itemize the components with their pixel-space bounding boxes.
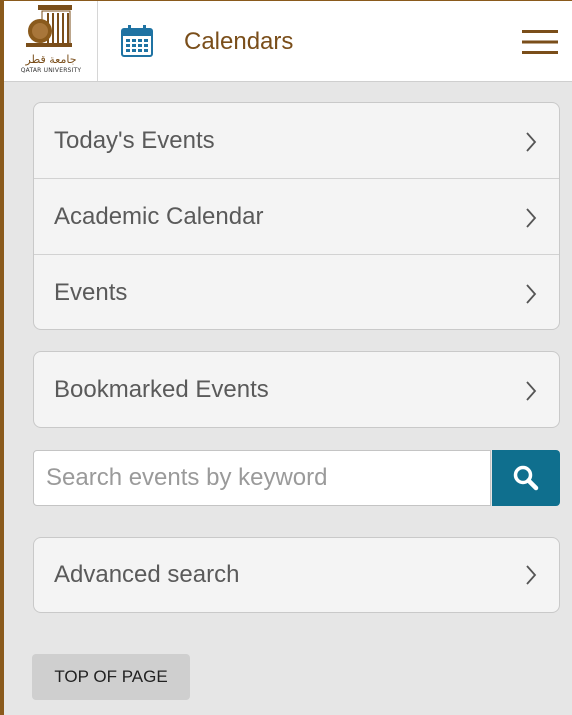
search-button[interactable] bbox=[492, 450, 560, 506]
nav-item-label: Academic Calendar bbox=[54, 203, 264, 230]
page-title: Calendars bbox=[184, 28, 294, 55]
chevron-right-icon bbox=[525, 564, 537, 591]
chevron-right-icon bbox=[525, 131, 537, 158]
nav-item-label: Today's Events bbox=[54, 127, 215, 154]
nav-item-bookmarked-events[interactable]: Bookmarked Events bbox=[34, 352, 559, 427]
app-header: جامعة قطر QATAR UNIVERSITY Calendars bbox=[4, 0, 572, 82]
nav-item-label: Bookmarked Events bbox=[54, 376, 269, 403]
search-input[interactable] bbox=[33, 450, 491, 506]
nav-item-academic-calendar[interactable]: Academic Calendar bbox=[34, 179, 559, 255]
chevron-right-icon bbox=[525, 207, 537, 234]
search-icon bbox=[513, 465, 539, 491]
calendar-nav-group: Today's Events Academic Calendar Events bbox=[33, 102, 560, 330]
chevron-right-icon bbox=[525, 380, 537, 407]
advanced-search-label: Advanced search bbox=[54, 561, 240, 588]
advanced-search-group: Advanced search bbox=[33, 537, 560, 613]
hamburger-menu-icon[interactable] bbox=[522, 28, 558, 61]
university-logo[interactable]: جامعة قطر QATAR UNIVERSITY bbox=[4, 1, 98, 81]
top-of-page-button[interactable]: TOP OF PAGE bbox=[32, 654, 190, 700]
nav-item-label: Events bbox=[54, 279, 128, 306]
nav-item-events[interactable]: Events bbox=[34, 255, 559, 329]
advanced-search-link[interactable]: Advanced search bbox=[34, 538, 559, 612]
logo-emblem-icon bbox=[26, 5, 72, 47]
chevron-right-icon bbox=[525, 283, 537, 310]
logo-arabic-text: جامعة قطر bbox=[25, 53, 77, 66]
calendar-icon bbox=[119, 23, 155, 64]
logo-english-text: QATAR UNIVERSITY bbox=[20, 67, 82, 74]
nav-item-todays-events[interactable]: Today's Events bbox=[34, 103, 559, 179]
bookmark-nav-group: Bookmarked Events bbox=[33, 351, 560, 428]
